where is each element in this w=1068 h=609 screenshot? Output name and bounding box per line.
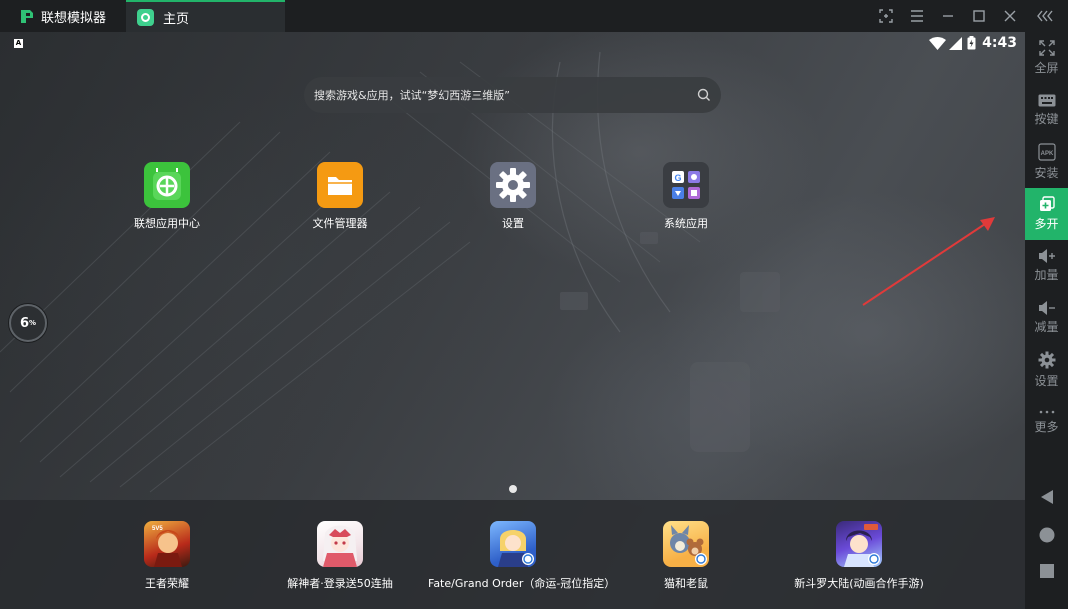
dock-app-label: 新斗罗大陆(动画合作手游)	[794, 577, 924, 590]
minimize-icon	[943, 15, 953, 17]
wifi-icon	[929, 36, 947, 50]
honor-of-kings-icon: 5V5	[144, 521, 190, 567]
search-bar[interactable]: 搜索游戏&应用，试试“梦幻西游三维版”	[304, 77, 721, 113]
app-file-manager[interactable]: 文件管理器	[280, 162, 400, 231]
svg-text:APK: APK	[1040, 151, 1053, 157]
gear-icon	[1038, 351, 1055, 369]
dock-app-honor-of-kings[interactable]: 5V5 王者荣耀	[82, 521, 252, 591]
app-label: 联想应用中心	[134, 217, 200, 230]
apk-install-icon: APK	[1037, 143, 1056, 161]
toolbar-install-apk[interactable]: APK 安装	[1025, 136, 1068, 188]
more-icon	[1039, 410, 1054, 414]
minimize-button[interactable]	[933, 0, 963, 32]
signal-icon	[949, 36, 963, 50]
notification-indicator: A	[14, 39, 23, 48]
toolbar-label: 多开	[1034, 217, 1059, 231]
dock-app-label: Fate/Grand Order（命运-冠位指定）	[428, 577, 616, 590]
brand: 联想模拟器	[0, 0, 124, 32]
gear-icon	[490, 162, 536, 208]
right-toolbar: 全屏 按键 APK 安装 多开 加量 减量 设置 更多	[1025, 32, 1068, 609]
nav-back-button[interactable]	[1025, 482, 1068, 512]
toolbar-volume-down[interactable]: 减量	[1025, 292, 1068, 344]
svg-text:5V5: 5V5	[152, 526, 163, 532]
volume-up-icon	[1038, 249, 1055, 263]
nav-recents-button[interactable]	[1025, 556, 1068, 586]
emulator-window: 联想模拟器 主页 A 4:43 搜索游戏&应用，试试“梦幻西游三维版” 联想应用…	[0, 0, 1068, 609]
toolbar-label: 更多	[1034, 420, 1059, 434]
chevrons-left-icon	[1037, 10, 1053, 22]
dock-app-douluo[interactable]: 新斗罗大陆(动画合作手游)	[774, 521, 944, 591]
android-screen[interactable]: A 4:43 搜索游戏&应用，试试“梦幻西游三维版” 联想应用中心 文件管理器 …	[0, 32, 1025, 609]
maximize-button[interactable]	[964, 0, 994, 32]
search-placeholder: 搜索游戏&应用，试试“梦幻西游三维版”	[314, 89, 510, 102]
collapse-sidebar-button[interactable]	[1031, 0, 1061, 32]
toolbar-settings[interactable]: 设置	[1025, 344, 1068, 396]
perf-value: 6	[19, 315, 30, 331]
svg-text:G: G	[674, 173, 681, 183]
tab-home-label: 主页	[163, 11, 190, 27]
app-settings[interactable]: 设置	[453, 162, 573, 231]
status-bar: A 4:43	[0, 32, 1025, 54]
dock: 5V5 王者荣耀 解神者·登录送50连抽 Fate/Grand Order（命运…	[0, 500, 1025, 609]
lenovo-emulator-logo-icon	[21, 9, 33, 23]
app-system-apps[interactable]: G 系统应用	[626, 162, 746, 231]
nav-home-button[interactable]	[1025, 520, 1068, 550]
toolbar-multi-instance[interactable]: 多开	[1025, 188, 1068, 240]
douluo-icon	[836, 521, 882, 567]
menu-button[interactable]	[902, 0, 932, 32]
app-folder-icon: G	[663, 162, 709, 208]
app-lenovo-app-center[interactable]: 联想应用中心	[107, 162, 227, 231]
page-indicator	[509, 485, 517, 493]
keyboard-icon	[1038, 94, 1055, 106]
tab-home[interactable]: 主页	[126, 0, 285, 32]
toolbar-label: 安装	[1034, 166, 1059, 180]
toolbar-label: 减量	[1034, 320, 1059, 334]
dock-app-tom-and-jerry[interactable]: 猫和老鼠	[601, 521, 771, 591]
xeno-icon	[317, 521, 363, 567]
back-triangle-icon	[1040, 490, 1053, 504]
perf-unit: %	[29, 319, 37, 327]
folder-icon	[317, 162, 363, 208]
app-label: 设置	[502, 217, 524, 230]
home-circle-icon	[1039, 527, 1054, 543]
dock-app-label: 解神者·登录送50连抽	[287, 577, 393, 590]
close-button[interactable]	[995, 0, 1025, 32]
fullscreen-icon	[1038, 40, 1055, 56]
focus-frame-icon	[879, 9, 893, 23]
tom-and-jerry-icon	[663, 521, 709, 567]
title-bar: 联想模拟器 主页	[0, 0, 1068, 32]
status-icons: 4:43	[929, 35, 1017, 51]
app-label: 文件管理器	[312, 217, 368, 230]
performance-indicator[interactable]: 6%	[9, 304, 47, 342]
volume-down-icon	[1038, 301, 1055, 315]
app-label: 系统应用	[664, 217, 708, 230]
recents-square-icon	[1039, 564, 1054, 578]
hamburger-icon	[911, 10, 923, 22]
toolbar-label: 加量	[1034, 268, 1059, 282]
lenovo-app-center-icon	[144, 162, 190, 208]
toolbar-keymapping[interactable]: 按键	[1025, 84, 1068, 136]
close-icon	[1004, 10, 1016, 22]
toolbar-more[interactable]: 更多	[1025, 396, 1068, 448]
screenshot-button[interactable]	[871, 0, 901, 32]
dock-app-xeno[interactable]: 解神者·登录送50连抽	[255, 521, 425, 591]
maximize-icon	[973, 10, 985, 22]
search-icon[interactable]	[697, 88, 711, 102]
dock-app-label: 猫和老鼠	[664, 577, 708, 590]
toolbar-label: 设置	[1034, 374, 1059, 388]
dock-app-fgo[interactable]: Fate/Grand Order（命运-冠位指定）	[428, 521, 616, 591]
toolbar-fullscreen[interactable]: 全屏	[1025, 32, 1068, 84]
home-tab-icon	[137, 8, 154, 26]
battery-icon	[967, 36, 976, 50]
toolbar-label: 按键	[1034, 111, 1059, 126]
clock: 4:43	[982, 35, 1017, 51]
annotation-arrow	[862, 217, 995, 306]
dock-app-label: 王者荣耀	[145, 577, 189, 590]
fgo-icon	[490, 521, 536, 567]
toolbar-volume-up[interactable]: 加量	[1025, 240, 1068, 292]
app-name: 联想模拟器	[41, 10, 107, 26]
multi-instance-icon	[1039, 196, 1055, 211]
toolbar-label: 全屏	[1034, 61, 1059, 75]
